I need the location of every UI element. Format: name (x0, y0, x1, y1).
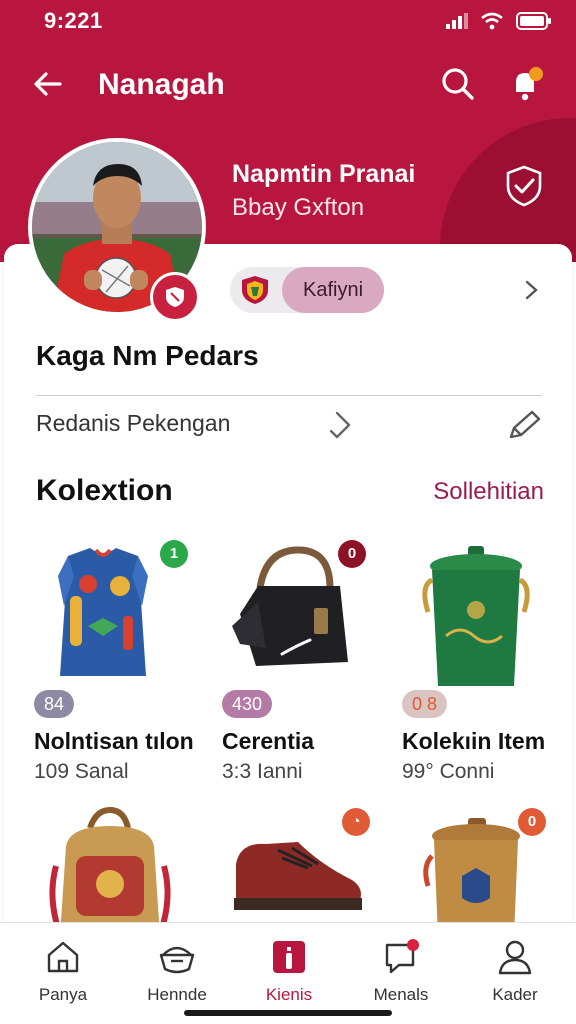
profile-headline: Kaga Nm Pedars (36, 340, 259, 371)
item-price-badge: 84 (34, 690, 75, 718)
item-meta: 99° Conni (402, 760, 495, 783)
collection-item[interactable]: 1 84 Nolntisan tılon 109 Sanal (28, 536, 200, 786)
nav-label: Panya (38, 985, 88, 1004)
avatar-shield-badge (150, 272, 200, 322)
backpack-image (49, 806, 171, 922)
profile-icon (498, 940, 532, 975)
shield-icon (166, 287, 184, 307)
profile-subtitle: Bbay Gxfton (232, 194, 365, 221)
nav-item-menals[interactable]: Menals (346, 937, 456, 1017)
collection-see-all-link[interactable]: Sollehitian (433, 478, 544, 506)
home-indicator (184, 1010, 392, 1016)
edit-pencil-icon[interactable] (506, 408, 542, 442)
jersey-image (58, 548, 148, 676)
nav-label: Kader (492, 985, 538, 1004)
item-count-badge: 1 (160, 540, 188, 568)
diamond-icon[interactable] (322, 410, 352, 440)
item-count-badge: ◔ (342, 808, 370, 836)
item-count-badge: 0 (338, 540, 366, 568)
divider (36, 395, 542, 396)
item-price-badge: 0 8 (402, 690, 448, 718)
canister-image (422, 546, 530, 686)
nav-item-kienis[interactable]: Kienis (234, 937, 344, 1017)
nav-label: Kienis (265, 985, 313, 1004)
team-chip[interactable]: Kafiyni (230, 267, 384, 313)
nav-label: Menals (373, 985, 429, 1004)
signal-icon (446, 13, 468, 29)
nav-label: Hennde (147, 985, 207, 1004)
item-name: Nolntisan tılon (34, 728, 194, 754)
collection-item[interactable]: ◔ (222, 806, 382, 922)
collection-icon (273, 941, 305, 973)
phone-screen: 9:221 Nanagah Napmtin Pranai Bbay Gxfton… (0, 0, 576, 1024)
item-price-badge: 430 (222, 690, 273, 718)
bottom-navigation: Panya Hennde Kienis Menals Kader (0, 922, 576, 1024)
app-bar: Nanagah (0, 54, 576, 118)
team-crest-icon (242, 276, 268, 304)
app-title: Nanagah (98, 68, 225, 101)
profile-name: Napmtin Pranai (232, 160, 416, 188)
item-count-badge: 0 (518, 808, 546, 836)
status-icons (446, 12, 552, 30)
collection-title: Kolextion (36, 474, 173, 507)
search-icon[interactable] (440, 66, 476, 102)
wifi-icon (481, 12, 503, 30)
battery-icon (516, 12, 551, 30)
collection-item[interactable] (40, 806, 190, 922)
item-meta: 109 Sanal (34, 760, 129, 783)
team-name: Kafiyni (282, 267, 384, 313)
verified-shield-icon[interactable] (502, 164, 546, 208)
nav-item-hennde[interactable]: Hennde (122, 937, 232, 1017)
collection-item[interactable]: 0 430 Cerentia 3:3 Ianni (218, 536, 390, 786)
collection-item[interactable]: 0 8 Kolekıin Item 99° Conni (402, 536, 562, 786)
nav-item-panya[interactable]: Panya (8, 937, 118, 1017)
collection-item[interactable]: 0 (414, 806, 564, 922)
basket-icon (159, 946, 195, 974)
subrow-label: Redanis Pekengan (36, 410, 231, 436)
status-bar: 9:221 (0, 0, 576, 44)
status-time: 9:221 (44, 8, 103, 33)
item-name: Kolekıin Item (402, 728, 546, 754)
item-name: Cerentia (222, 728, 315, 754)
back-arrow-icon[interactable] (30, 66, 66, 102)
chat-icon (385, 939, 419, 974)
notification-bell-icon[interactable] (506, 64, 546, 104)
nav-item-kader[interactable]: Kader (460, 937, 570, 1017)
home-icon (47, 941, 79, 973)
item-meta: 3:3 Ianni (222, 760, 303, 783)
chevron-right-icon[interactable] (520, 276, 544, 304)
